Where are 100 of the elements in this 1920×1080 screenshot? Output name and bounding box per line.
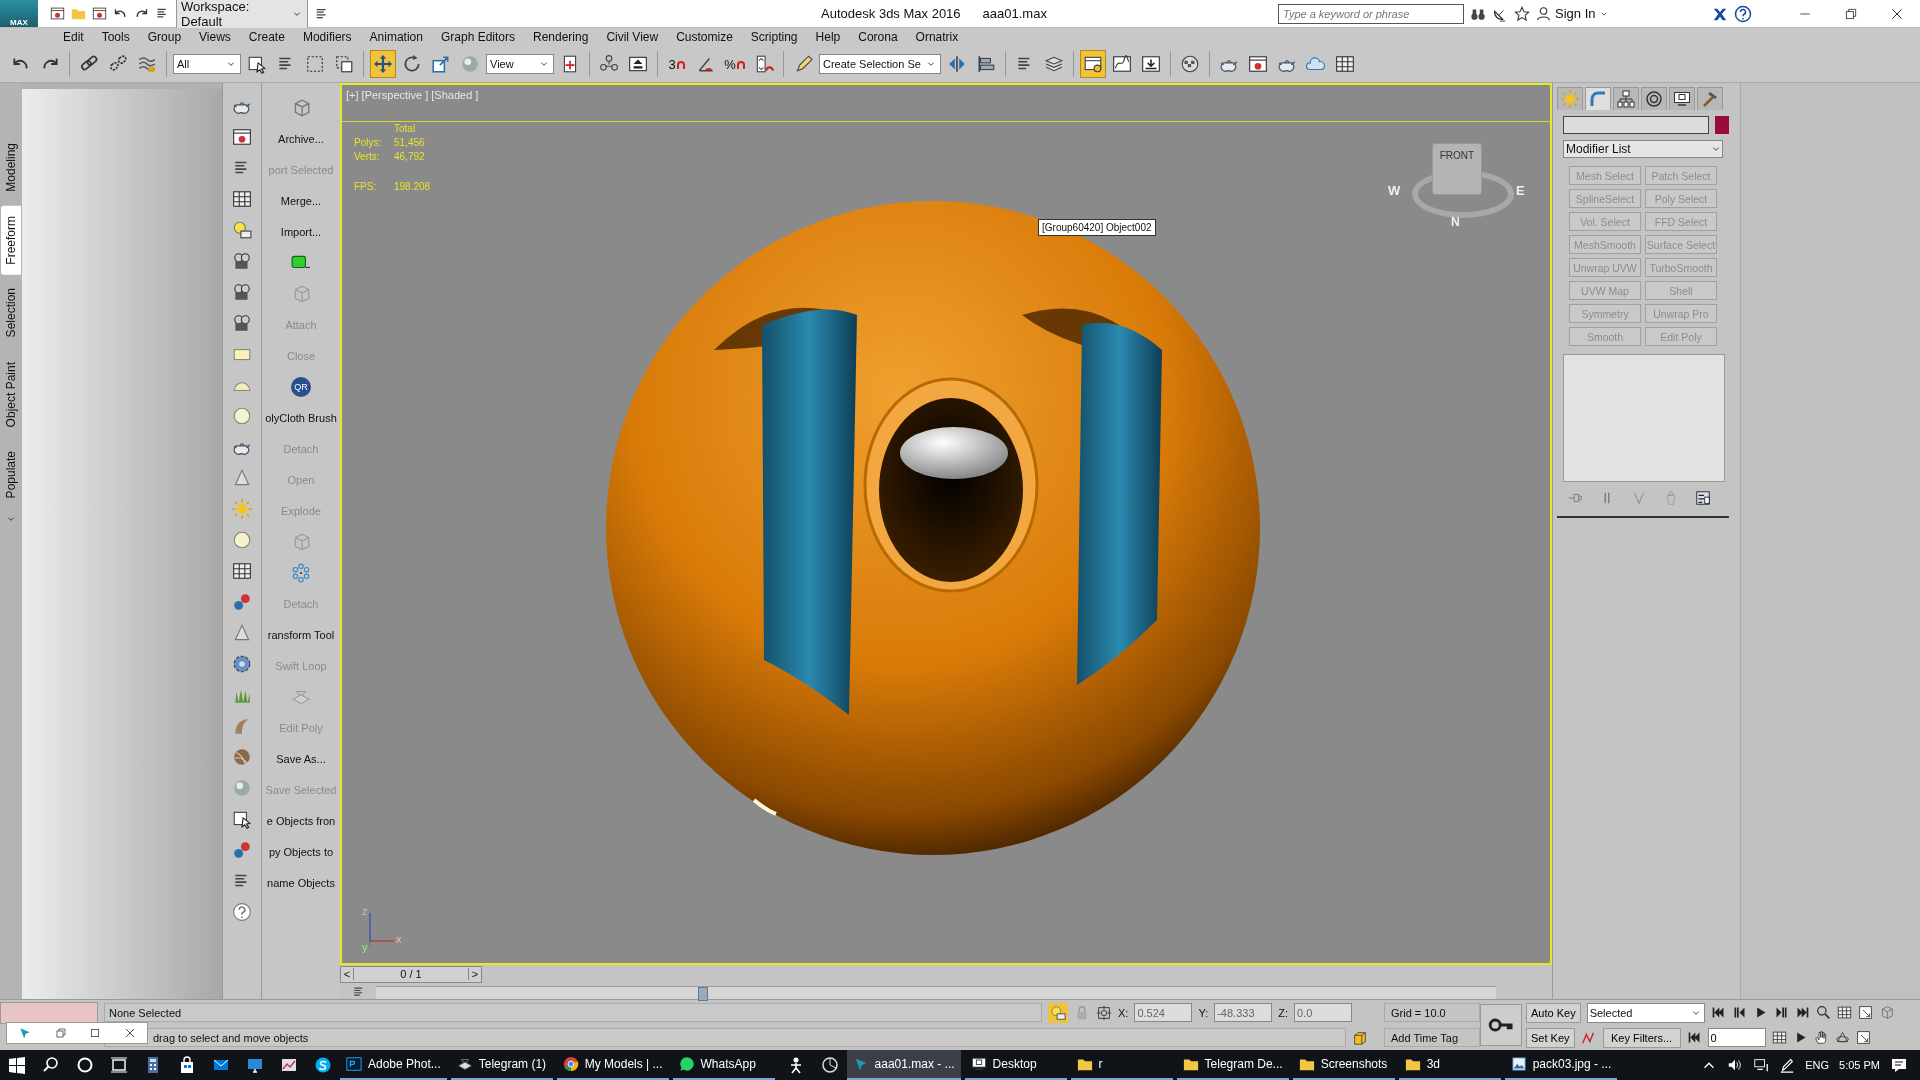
time-slider-thumb[interactable]: < 0 / 1 > (340, 965, 482, 983)
menu-item[interactable]: Customize (667, 30, 742, 44)
task-view-icon[interactable] (110, 1056, 128, 1074)
key-filters-button[interactable]: Key Filters... (1602, 1027, 1681, 1048)
menu-item[interactable]: Corona (849, 30, 907, 44)
restore-icon[interactable] (1844, 6, 1858, 21)
cursor-icon[interactable] (247, 54, 267, 74)
circular-arrow-icon[interactable] (402, 54, 422, 74)
menu-item[interactable]: Views (190, 30, 240, 44)
go-to-start-icon[interactable] (1686, 1030, 1702, 1045)
panel-button[interactable]: Import... (262, 216, 340, 247)
spinner-magnet-icon[interactable] (754, 54, 774, 74)
clock[interactable]: 5:05 PM (1839, 1059, 1880, 1071)
dashed-square-icon[interactable] (305, 54, 325, 74)
key-mode-dropdown[interactable]: Selected (1586, 1002, 1705, 1023)
layers-icon[interactable] (1043, 54, 1064, 74)
menu-item[interactable]: Animation (360, 30, 432, 44)
window-icon[interactable] (50, 6, 65, 21)
taskbar-button[interactable]: Telegram De... (1176, 1050, 1289, 1080)
grid-icon[interactable] (1836, 1005, 1852, 1020)
shopping-bag-icon[interactable] (178, 1056, 196, 1074)
menu-item[interactable]: Graph Editors (431, 30, 524, 44)
grid-icon[interactable] (1334, 54, 1355, 74)
cone-icon[interactable] (232, 623, 252, 643)
panel-button[interactable]: Save As... (262, 743, 340, 774)
window-icon[interactable] (92, 6, 107, 21)
frame-field[interactable]: 0 (1707, 1028, 1766, 1047)
pencil-icon[interactable] (793, 54, 813, 74)
taskbar-button[interactable]: 3d (1398, 1050, 1501, 1080)
circle-icon[interactable] (232, 406, 252, 426)
cursor-icon[interactable] (232, 809, 252, 829)
taskbar-button[interactable]: pack03.jpg - ... (1504, 1050, 1618, 1080)
crosshair-box-icon[interactable] (1096, 1004, 1112, 1021)
panel-button[interactable]: Archive... (262, 123, 340, 154)
hand-icon[interactable] (1813, 1030, 1829, 1045)
circle-icon[interactable] (232, 530, 252, 550)
panel-button[interactable]: py Objects to (262, 836, 340, 867)
ribbon-icon[interactable] (1082, 54, 1103, 74)
taskbar-button[interactable]: r (1070, 1050, 1173, 1080)
taskbar-button[interactable]: My Models | ... (556, 1050, 669, 1080)
go-to-start-icon[interactable] (1710, 1005, 1726, 1020)
window-icon[interactable] (232, 127, 252, 147)
taskbar-button[interactable]: aaa01.max - ... (846, 1050, 961, 1080)
dot-ring-icon[interactable] (291, 562, 311, 583)
color-swatch[interactable] (1715, 116, 1729, 134)
grid-icon[interactable] (232, 561, 252, 581)
snap-toggle[interactable]: % (722, 50, 748, 78)
computer-icon[interactable] (246, 1056, 264, 1074)
star-icon[interactable] (1514, 5, 1530, 22)
orbit-icon[interactable] (1834, 1030, 1850, 1045)
speaker-icon[interactable] (1727, 1057, 1744, 1073)
cone-icon[interactable] (232, 468, 252, 488)
maximize-viewport-icon[interactable] (1855, 1030, 1871, 1045)
auto-key-button[interactable]: Auto Key (1526, 1002, 1581, 1023)
move-arrows-icon[interactable] (373, 54, 393, 74)
menu-item[interactable]: Create (239, 30, 294, 44)
camera-icon[interactable] (232, 282, 252, 302)
broken-chain-icon[interactable] (108, 54, 128, 74)
panel-button[interactable]: name Objects (262, 867, 340, 898)
checker-sphere-icon[interactable] (1179, 54, 1200, 74)
taskbar-button[interactable]: WhatsApp (672, 1050, 775, 1080)
cortana-ring-icon[interactable] (76, 1056, 94, 1074)
coordinate-field[interactable]: -48.333 (1214, 1003, 1273, 1022)
upload-box-icon[interactable] (628, 54, 648, 74)
help-icon[interactable] (232, 902, 252, 922)
panel-tab[interactable] (1669, 87, 1695, 110)
menu-item[interactable]: Scripting (741, 30, 807, 44)
pen-icon[interactable] (1779, 1057, 1796, 1073)
modifier-list-dropdown[interactable]: Modifier List (1563, 140, 1723, 158)
dropdown[interactable]: Create Selection Se (819, 54, 941, 74)
menu-item[interactable]: Ornatrix (906, 30, 968, 44)
menu-item[interactable]: Tools (92, 30, 139, 44)
balls-icon[interactable] (232, 592, 252, 612)
configure-sets-icon[interactable] (1695, 490, 1711, 506)
menu-item[interactable]: Civil View (597, 30, 668, 44)
lightbulb-icon[interactable] (232, 220, 252, 240)
coordinate-field[interactable]: 0.524 (1134, 1003, 1193, 1022)
ribbon-tab[interactable]: Selection (1, 278, 21, 348)
notification-icon[interactable] (1890, 1056, 1908, 1074)
restore-icon[interactable] (54, 1027, 67, 1039)
help-icon[interactable] (1734, 4, 1752, 23)
time-tag-icon[interactable] (1352, 1029, 1368, 1046)
camera-icon[interactable] (232, 251, 252, 271)
panel-button[interactable]: olyCloth Brush (262, 402, 340, 433)
dropdown[interactable]: All (173, 54, 241, 74)
coordinate-field[interactable]: 0.0 (1294, 1003, 1352, 1022)
squares-icon[interactable] (334, 54, 354, 74)
window-icon[interactable] (1247, 54, 1268, 74)
zoom-icon[interactable] (1815, 1005, 1831, 1020)
object-name-field[interactable] (1563, 116, 1709, 134)
ribbon-tab[interactable]: Object Paint (1, 351, 21, 438)
panel-button[interactable]: Merge... (262, 185, 340, 216)
panel-tab[interactable] (1641, 87, 1667, 110)
menu-item[interactable]: Edit (54, 30, 93, 44)
gear-icon[interactable] (232, 654, 252, 674)
ribbon-tab[interactable]: Populate (1, 441, 21, 509)
node-icon[interactable] (599, 54, 619, 74)
app-logo[interactable]: MAX (0, 0, 38, 27)
camera-icon[interactable] (232, 313, 252, 333)
taskbar-button[interactable]: Screenshots (1292, 1050, 1395, 1080)
